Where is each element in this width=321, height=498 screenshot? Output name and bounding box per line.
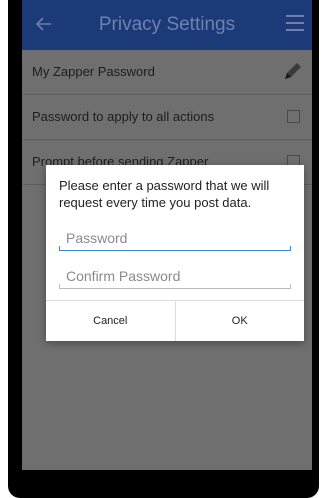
password-underline xyxy=(59,249,291,251)
cancel-button[interactable]: Cancel xyxy=(46,301,175,341)
setting-row-apply-all[interactable]: Password to apply to all actions xyxy=(22,95,312,140)
dialog-message: Please enter a password that we will req… xyxy=(59,178,270,210)
apply-all-checkbox[interactable] xyxy=(287,110,300,123)
pencil-icon[interactable] xyxy=(282,60,304,82)
underline-tick xyxy=(290,246,291,251)
underline-tick xyxy=(59,246,60,251)
confirm-password-input[interactable] xyxy=(59,265,291,287)
password-input[interactable] xyxy=(59,227,291,249)
confirm-password-field[interactable] xyxy=(59,265,291,289)
page-title: Privacy Settings xyxy=(98,14,236,35)
underline-tick xyxy=(290,284,291,289)
phone-frame: Privacy Settings My Zapper Password Pass… xyxy=(8,0,319,498)
setting-row-zapper-password[interactable]: My Zapper Password xyxy=(22,50,312,95)
dialog-button-row: Cancel OK xyxy=(46,300,304,341)
password-dialog: Please enter a password that we will req… xyxy=(46,165,304,341)
app-bar: Privacy Settings xyxy=(22,0,312,50)
password-field[interactable] xyxy=(59,227,291,251)
setting-label: Password to apply to all actions xyxy=(32,109,215,124)
confirm-underline xyxy=(59,288,291,289)
setting-label: My Zapper Password xyxy=(32,64,155,79)
hamburger-menu-icon[interactable] xyxy=(286,15,304,31)
underline-tick xyxy=(59,284,60,289)
ok-button[interactable]: OK xyxy=(175,301,304,341)
